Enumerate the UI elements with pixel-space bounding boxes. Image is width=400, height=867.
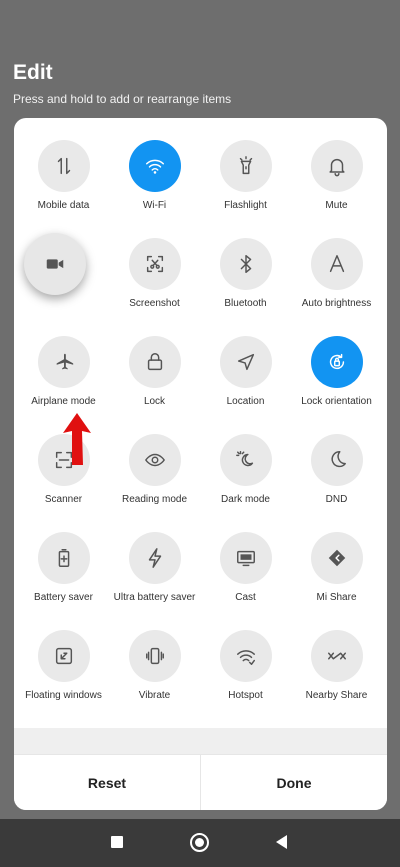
tile-mobile-data[interactable]: Mobile data <box>18 140 109 238</box>
tile-label: Location <box>226 396 265 407</box>
system-navigation-bar <box>0 819 400 867</box>
wifi-icon <box>128 140 181 192</box>
tile-nearby-share[interactable]: Nearby Share <box>291 630 382 728</box>
tile-label: Auto brightness <box>301 298 372 309</box>
tile-vibrate[interactable]: Vibrate <box>109 630 200 728</box>
dark-mode-icon <box>219 434 272 486</box>
tile-label: Lock <box>143 396 166 407</box>
tile-floating-windows[interactable]: Floating windows <box>18 630 109 728</box>
tile-bluetooth[interactable]: Bluetooth <box>200 238 291 336</box>
tile-dark-mode[interactable]: Dark mode <box>200 434 291 532</box>
tile-cast[interactable]: Cast <box>200 532 291 630</box>
mobile-data-icon <box>37 140 90 192</box>
auto-brightness-icon <box>310 238 363 290</box>
tile-hotspot[interactable]: Hotspot <box>200 630 291 728</box>
tile-label: Dark mode <box>221 494 270 505</box>
vibrate-icon <box>128 630 181 682</box>
tile-label: Lock orientation <box>301 396 372 407</box>
mi-share-icon <box>310 532 363 584</box>
tile-label: Mobile data <box>37 200 90 211</box>
tile-screenshot[interactable]: Screenshot <box>109 238 200 336</box>
screenshot-icon <box>128 238 181 290</box>
reset-button[interactable]: Reset <box>14 755 200 810</box>
back-icon[interactable] <box>276 835 287 849</box>
tile-label: Mi Share <box>316 592 357 603</box>
tile-label: Airplane mode <box>31 396 96 407</box>
bell-icon <box>310 140 363 192</box>
airplane-icon <box>37 336 90 388</box>
tile-reading-mode[interactable]: Reading mode <box>109 434 200 532</box>
tile-auto-brightness[interactable]: Auto brightness <box>291 238 382 336</box>
tile-lock[interactable]: Lock <box>109 336 200 434</box>
flashlight-icon <box>219 140 272 192</box>
tile-location[interactable]: Location <box>200 336 291 434</box>
recents-icon[interactable] <box>111 836 123 848</box>
tile-label: Nearby Share <box>305 690 368 701</box>
location-icon <box>219 336 272 388</box>
lock-orientation-icon <box>310 336 363 388</box>
nearby-share-icon <box>310 630 363 682</box>
tile-label: Wi-Fi <box>142 200 167 211</box>
tile-label: Scanner <box>44 494 83 505</box>
done-button[interactable]: Done <box>200 755 387 810</box>
tile-label: Flashlight <box>224 200 267 211</box>
home-icon[interactable] <box>190 833 209 852</box>
tile-label: Battery saver <box>34 592 93 603</box>
tile-label: Bluetooth <box>224 298 267 309</box>
tile-label: Floating windows <box>25 690 102 701</box>
tile-video-dragging[interactable] <box>18 233 109 336</box>
red-arrow-annotation <box>63 413 91 465</box>
tile-flashlight[interactable]: Flashlight <box>200 140 291 238</box>
action-bar: Reset Done <box>14 754 387 810</box>
floating-windows-icon <box>37 630 90 682</box>
moon-icon <box>310 434 363 486</box>
lock-icon <box>128 336 181 388</box>
quick-settings-panel: Mobile data Wi-Fi Flashlight Mute Screen… <box>14 118 387 810</box>
tile-label: DND <box>325 494 348 505</box>
tile-label: Screenshot <box>129 298 180 309</box>
tile-dnd[interactable]: DND <box>291 434 382 532</box>
page-title: Edit <box>13 61 53 84</box>
tile-ultra-battery-saver[interactable]: Ultra battery saver <box>109 532 200 630</box>
video-camera-icon[interactable] <box>23 233 86 295</box>
tile-label: Vibrate <box>138 690 171 701</box>
battery-saver-icon <box>37 532 90 584</box>
hotspot-icon <box>219 630 272 682</box>
page-subtitle: Press and hold to add or rearrange items <box>13 92 232 106</box>
bluetooth-icon <box>219 238 272 290</box>
tile-label: Reading mode <box>121 494 188 505</box>
tile-label: Cast <box>235 592 256 603</box>
tile-mi-share[interactable]: Mi Share <box>291 532 382 630</box>
tile-battery-saver[interactable]: Battery saver <box>18 532 109 630</box>
tile-mute[interactable]: Mute <box>291 140 382 238</box>
tile-wifi[interactable]: Wi-Fi <box>109 140 200 238</box>
eye-icon <box>128 434 181 486</box>
edit-header: Edit Press and hold to add or rearrange … <box>13 60 231 106</box>
tile-lock-orientation[interactable]: Lock orientation <box>291 336 382 434</box>
tile-label: Mute <box>325 200 348 211</box>
cast-icon <box>219 532 272 584</box>
tile-label: Hotspot <box>228 690 263 701</box>
tile-label: Ultra battery saver <box>113 592 196 603</box>
lightning-icon <box>128 532 181 584</box>
